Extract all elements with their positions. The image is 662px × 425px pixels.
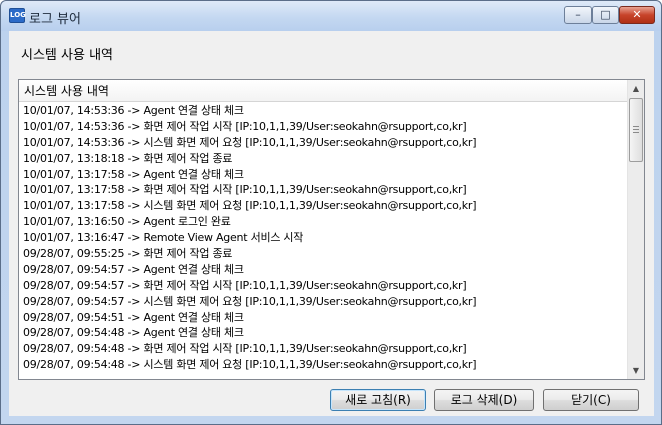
section-label: 시스템 사용 내역 [21, 48, 113, 63]
log-row[interactable]: 09/28/07, 09:54:57 -> 화면 제어 작업 시작 [IP:10… [19, 278, 628, 294]
scroll-down-arrow-icon[interactable]: ▼ [628, 362, 644, 379]
close-window-button[interactable]: ✕ [619, 6, 655, 24]
delete-log-button[interactable]: 로그 삭제(D) [434, 389, 534, 411]
thumb-grip-line [633, 126, 639, 127]
title-bar[interactable]: LOG 로그 뷰어 – □ ✕ [1, 1, 661, 31]
log-viewer-window: LOG 로그 뷰어 – □ ✕ 시스템 사용 내역 시스템 사용 내역 10/0… [0, 0, 662, 425]
log-row[interactable]: 10/01/07, 13:16:47 -> Remote View Agent … [19, 230, 628, 246]
scrollbar-thumb[interactable] [629, 98, 643, 162]
log-list-body: 10/01/07, 14:53:36 -> Agent 연결 상태 체크 10/0… [19, 103, 628, 379]
refresh-button[interactable]: 새로 고침(R) [330, 389, 426, 411]
log-row[interactable]: 10/01/07, 13:18:18 -> 화면 제어 작업 종료 [19, 151, 628, 167]
scroll-up-arrow-icon[interactable]: ▲ [628, 80, 644, 97]
list-column-header[interactable]: 시스템 사용 내역 [19, 80, 628, 102]
log-list[interactable]: 시스템 사용 내역 10/01/07, 14:53:36 -> Agent 연결… [18, 79, 645, 380]
vertical-scrollbar[interactable]: ▲ ▼ [627, 80, 644, 379]
dialog-client-area: 시스템 사용 내역 시스템 사용 내역 10/01/07, 14:53:36 -… [9, 31, 654, 416]
log-row[interactable]: 10/01/07, 14:53:36 -> Agent 연결 상태 체크 [19, 103, 628, 119]
log-row[interactable]: 10/01/07, 13:17:58 -> 시스템 화면 제어 요청 [IP:1… [19, 198, 628, 214]
log-row[interactable]: 09/28/07, 09:54:51 -> Agent 연결 상태 체크 [19, 310, 628, 326]
window-title: 로그 뷰어 [29, 12, 81, 27]
log-row[interactable]: 10/01/07, 13:16:50 -> Agent 로그인 완료 [19, 214, 628, 230]
log-row[interactable]: 09/28/07, 09:54:57 -> Agent 연결 상태 체크 [19, 262, 628, 278]
thumb-grip-line [633, 129, 639, 130]
app-log-icon: LOG [9, 8, 26, 23]
maximize-button[interactable]: □ [592, 6, 619, 24]
log-row[interactable]: 10/01/07, 13:17:58 -> Agent 연결 상태 체크 [19, 167, 628, 183]
log-row[interactable]: 09/28/07, 09:54:48 -> 시스템 화면 제어 요청 [IP:1… [19, 357, 628, 373]
minimize-button[interactable]: – [564, 6, 592, 24]
log-row[interactable]: 10/01/07, 14:53:36 -> 시스템 화면 제어 요청 [IP:1… [19, 135, 628, 151]
log-row[interactable]: 10/01/07, 14:53:36 -> 화면 제어 작업 시작 [IP:10… [19, 119, 628, 135]
log-row[interactable]: 09/28/07, 09:55:25 -> 화면 제어 작업 종료 [19, 246, 628, 262]
thumb-grip-line [633, 132, 639, 133]
log-row[interactable]: 09/28/07, 09:54:48 -> Agent 연결 상태 체크 [19, 325, 628, 341]
log-row[interactable]: 09/28/07, 09:54:48 -> 화면 제어 작업 시작 [IP:10… [19, 341, 628, 357]
log-row[interactable]: 09/28/07, 09:54:57 -> 시스템 화면 제어 요청 [IP:1… [19, 294, 628, 310]
close-button[interactable]: 닫기(C) [543, 389, 639, 411]
log-row[interactable]: 10/01/07, 13:17:58 -> 화면 제어 작업 시작 [IP:10… [19, 182, 628, 198]
